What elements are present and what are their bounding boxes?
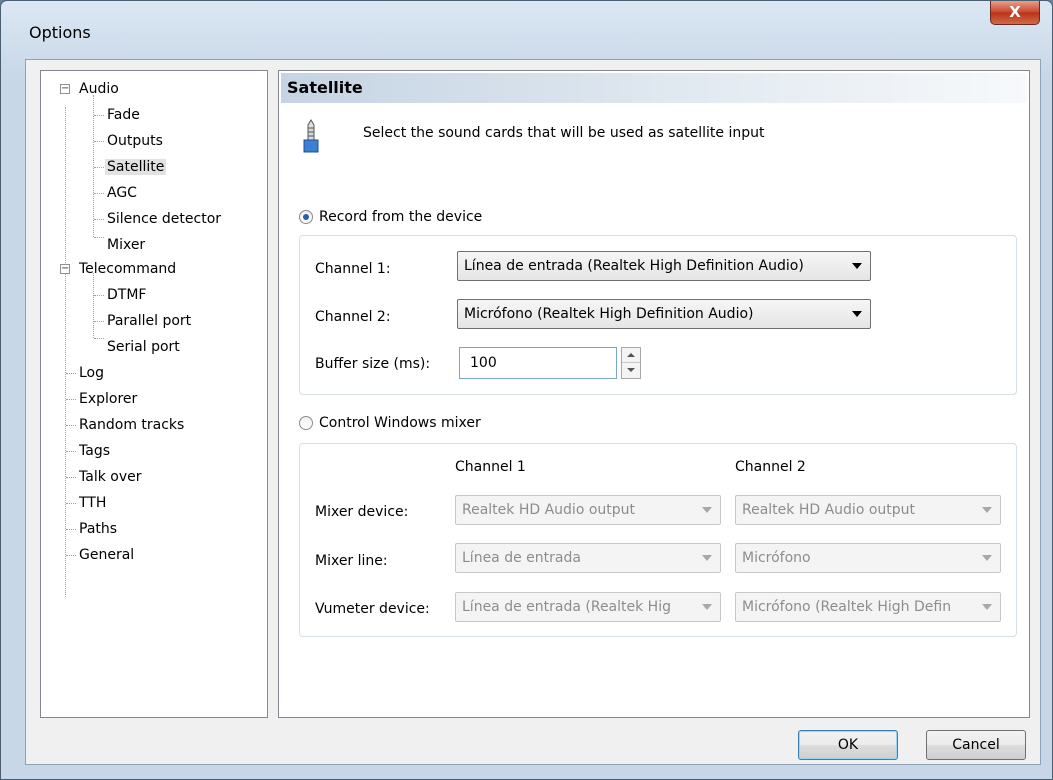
vumeter-channel2-select[interactable]: Micrófono (Realtek High Defin [735,592,1001,622]
tree-item-silence-detector[interactable]: Silence detector [105,207,223,231]
tree-item-log[interactable]: Log [77,361,106,385]
tree-item-tags[interactable]: Tags [77,439,112,463]
audio-jack-icon [303,119,319,153]
tree-item-fade[interactable]: Fade [105,103,142,127]
mixer-device-label: Mixer device: [315,504,409,520]
record-from-device-label: Record from the device [319,209,483,225]
buffer-size-input[interactable]: 100 [459,347,617,379]
spin-down-icon[interactable] [622,363,640,378]
mixer-device-channel2-select[interactable]: Realtek HD Audio output [735,495,1001,525]
tree-item-mixer[interactable]: Mixer [105,233,147,257]
tree-item-talk-over[interactable]: Talk over [77,465,143,489]
chevron-down-icon [852,311,862,317]
mixer-channel2-header: Channel 2 [735,459,806,475]
tree-item-audio[interactable]: Audio [77,77,121,101]
tree-item-agc[interactable]: AGC [105,181,139,205]
dialog-client-area: − Audio Fade Outputs Satellite AGC Silen… [25,59,1041,765]
channel2-value: Micrófono (Realtek High Definition Audio… [464,306,754,322]
channel2-select[interactable]: Micrófono (Realtek High Definition Audio… [457,299,871,329]
buffer-size-label: Buffer size (ms): [315,356,431,372]
mixer-device-channel1-select[interactable]: Realtek HD Audio output [455,495,721,525]
pane-title: Satellite [281,73,1027,103]
options-tree: − Audio Fade Outputs Satellite AGC Silen… [40,70,268,718]
record-from-device-radio[interactable] [299,210,313,224]
vumeter-channel1-select[interactable]: Línea de entrada (Realtek Hig [455,592,721,622]
channel1-label: Channel 1: [315,261,391,277]
options-window: Options X − Audio Fade Outputs Satellite… [0,0,1053,780]
chevron-down-icon [852,263,862,269]
window-title: Options [29,23,91,42]
tree-item-explorer[interactable]: Explorer [77,387,139,411]
mixer-line-label: Mixer line: [315,553,388,569]
channel2-label: Channel 2: [315,309,391,325]
control-windows-mixer-radio[interactable] [299,416,313,430]
tree-item-serial-port[interactable]: Serial port [105,335,182,359]
tree-item-tth[interactable]: TTH [77,491,108,515]
title-bar[interactable]: Options X [1,1,1052,59]
cancel-button[interactable]: Cancel [926,730,1026,760]
satellite-pane: Satellite Select the sound cards that wi… [278,70,1030,718]
chevron-down-icon [982,555,992,561]
tree-item-satellite[interactable]: Satellite [105,155,167,179]
tree-item-telecommand[interactable]: Telecommand [77,257,178,281]
tree-connector [93,273,94,338]
pane-description: Select the sound cards that will be used… [363,125,765,141]
chevron-down-icon [702,507,712,513]
mixer-line-channel2-select[interactable]: Micrófono [735,543,1001,573]
ok-button[interactable]: OK [798,730,898,760]
mixer-device-channel2-value: Realtek HD Audio output [742,502,916,518]
chevron-down-icon [982,604,992,610]
chevron-down-icon [702,604,712,610]
collapse-icon[interactable]: − [60,264,70,274]
spin-up-icon[interactable] [622,348,640,363]
channel1-value: Línea de entrada (Realtek High Definitio… [464,258,804,274]
tree-connector [93,95,94,237]
tree-item-parallel-port[interactable]: Parallel port [105,309,193,333]
tree-item-dtmf[interactable]: DTMF [105,283,148,307]
tree-item-general[interactable]: General [77,543,136,567]
vumeter-device-label: Vumeter device: [315,601,430,617]
mixer-line-channel1-value: Línea de entrada [462,550,581,566]
control-windows-mixer-option[interactable]: Control Windows mixer [299,415,481,431]
mixer-line-channel2-value: Micrófono [742,550,811,566]
tree-item-paths[interactable]: Paths [77,517,119,541]
chevron-down-icon [702,555,712,561]
tree-item-outputs[interactable]: Outputs [105,129,165,153]
mixer-line-channel1-select[interactable]: Línea de entrada [455,543,721,573]
tree-item-random-tracks[interactable]: Random tracks [77,413,186,437]
channel1-select[interactable]: Línea de entrada (Realtek High Definitio… [457,251,871,281]
buffer-size-spinner[interactable] [621,347,641,379]
vumeter-channel1-value: Línea de entrada (Realtek Hig [462,599,671,615]
close-icon: X [1009,3,1021,21]
record-from-device-option[interactable]: Record from the device [299,209,482,225]
mixer-device-channel1-value: Realtek HD Audio output [462,502,636,518]
vumeter-channel2-value: Micrófono (Realtek High Defin [742,599,952,615]
collapse-icon[interactable]: − [60,84,70,94]
chevron-down-icon [982,507,992,513]
control-windows-mixer-label: Control Windows mixer [319,415,481,431]
mixer-channel1-header: Channel 1 [455,459,526,475]
tree-connector [65,107,66,597]
close-button[interactable]: X [990,1,1040,25]
